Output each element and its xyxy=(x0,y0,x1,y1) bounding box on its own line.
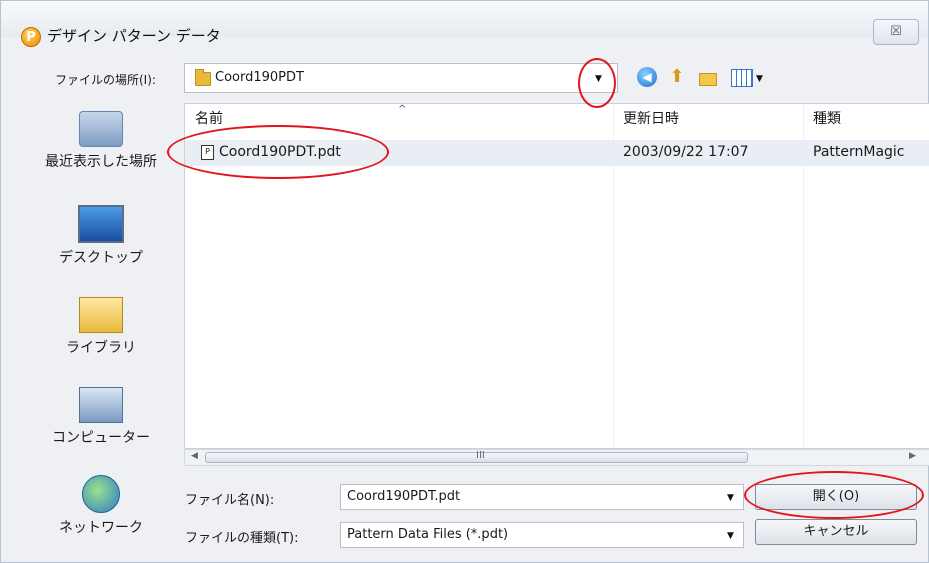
filename-value: Coord190PDT.pdt xyxy=(347,489,461,504)
recent-places-icon xyxy=(79,111,123,147)
place-label: 最近表示した場所 xyxy=(45,154,157,170)
scroll-left-icon[interactable]: ◀ xyxy=(191,451,198,461)
annotation-circle-file xyxy=(167,125,389,179)
chevron-down-icon[interactable]: ▼ xyxy=(727,531,734,541)
network-icon xyxy=(82,475,120,513)
look-in-label: ファイルの場所(I): xyxy=(55,73,156,87)
open-file-dialog: P デザイン パターン データ ☒ ファイルの場所(I): Coord190PD… xyxy=(0,0,929,563)
scrollbar-thumb[interactable]: III xyxy=(205,450,748,463)
sort-ascending-icon: ^ xyxy=(398,104,407,115)
places-bar: 最近表示した場所 デスクトップ ライブラリ コンピューター ネットワーク xyxy=(21,105,181,555)
new-folder-icon[interactable] xyxy=(697,67,717,87)
place-label: ライブラリ xyxy=(66,340,136,356)
place-library[interactable]: ライブラリ xyxy=(21,297,181,357)
column-header-type[interactable]: 種類 xyxy=(813,104,841,132)
place-computer[interactable]: コンピューター xyxy=(21,387,181,447)
cancel-button[interactable]: キャンセル xyxy=(755,519,917,545)
close-button[interactable]: ☒ xyxy=(873,19,919,45)
place-label: コンピューター xyxy=(52,430,150,446)
filename-input[interactable]: Coord190PDT.pdt ▼ xyxy=(340,484,744,510)
place-label: ネットワーク xyxy=(59,520,143,536)
filetype-label: ファイルの種類(T): xyxy=(185,531,299,546)
dialog-title: デザイン パターン データ xyxy=(47,27,221,45)
look-in-dropdown[interactable]: Coord190PDT ▼ xyxy=(184,63,618,93)
views-menu-icon[interactable] xyxy=(731,69,753,87)
filename-label: ファイル名(N): xyxy=(185,493,275,508)
place-recent[interactable]: 最近表示した場所 xyxy=(21,111,181,171)
up-folder-icon[interactable]: ⬆ xyxy=(667,67,687,87)
annotation-circle-open xyxy=(744,471,924,519)
horizontal-scrollbar[interactable]: ◀ III ▶ xyxy=(184,449,929,466)
file-type: PatternMagic xyxy=(813,144,905,160)
folder-icon xyxy=(195,69,211,86)
filetype-value: Pattern Data Files (*.pdt) xyxy=(347,527,509,542)
views-chevron-down-icon[interactable]: ▼ xyxy=(756,74,763,84)
scroll-right-icon[interactable]: ▶ xyxy=(909,451,916,461)
look-in-value: Coord190PDT xyxy=(215,70,304,85)
annotation-circle-dropdown xyxy=(578,58,616,108)
back-icon[interactable]: ◀ xyxy=(637,67,657,87)
file-modified: 2003/09/22 17:07 xyxy=(623,144,749,160)
scrollbar-grip: III xyxy=(476,450,485,461)
place-desktop[interactable]: デスクトップ xyxy=(21,205,181,267)
place-network[interactable]: ネットワーク xyxy=(21,475,181,537)
computer-icon xyxy=(79,387,123,423)
chevron-down-icon[interactable]: ▼ xyxy=(727,493,734,503)
column-header-name[interactable]: 名前 xyxy=(195,104,223,132)
libraries-icon xyxy=(79,297,123,333)
place-label: デスクトップ xyxy=(59,250,143,266)
filetype-select[interactable]: Pattern Data Files (*.pdt) ▼ xyxy=(340,522,744,548)
column-header-modified[interactable]: 更新日時 xyxy=(623,104,679,132)
desktop-icon xyxy=(78,205,124,243)
app-logo-icon: P xyxy=(21,27,41,47)
